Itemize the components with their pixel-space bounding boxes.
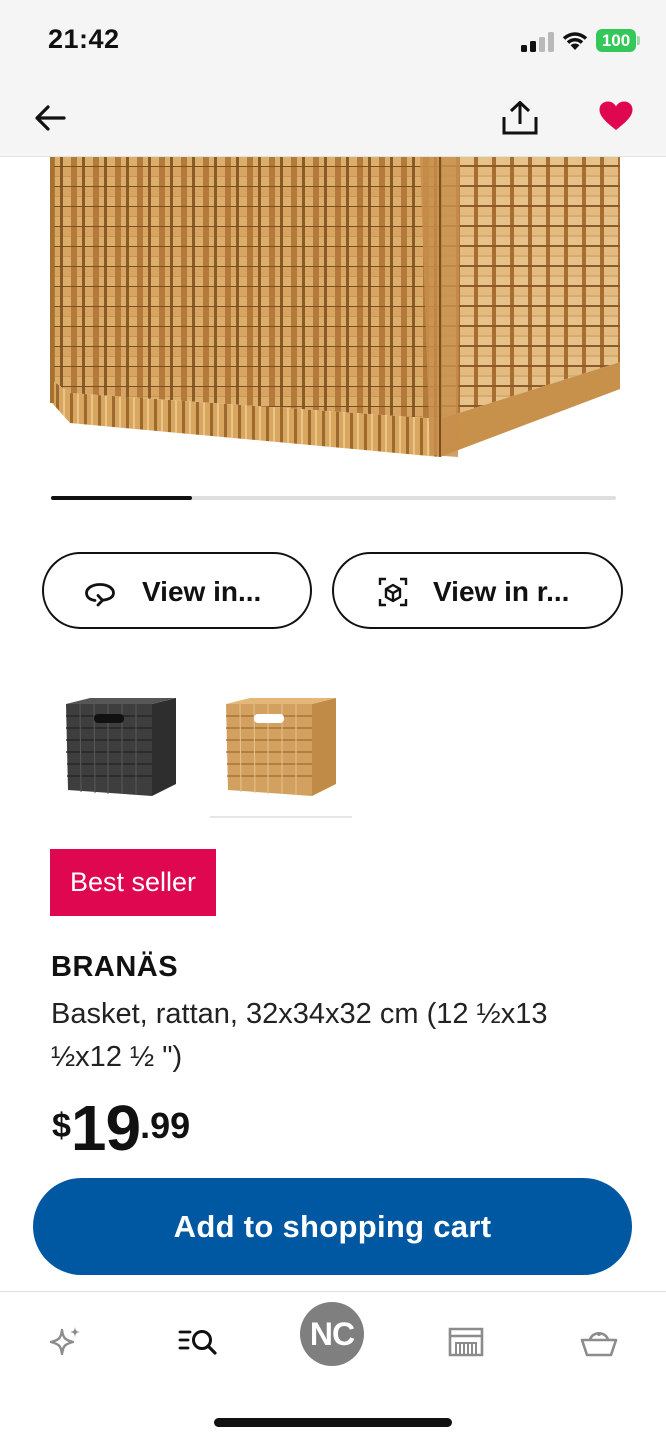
- nav-stores[interactable]: [436, 1312, 496, 1372]
- share-icon: [502, 101, 538, 135]
- image-carousel-indicator: [51, 496, 616, 500]
- battery-icon: 100: [596, 29, 640, 52]
- carousel-progress: [51, 496, 193, 500]
- heart-icon: [599, 101, 633, 130]
- view-in-room-label: View in r...: [433, 576, 570, 607]
- rotate-360-icon: [85, 583, 115, 607]
- status-time: 21:42: [48, 24, 120, 54]
- battery-level: 100: [596, 29, 636, 52]
- profile-avatar[interactable]: NC: [300, 1302, 364, 1366]
- nav-inspiration[interactable]: [36, 1312, 96, 1372]
- status-bar: 21:42 100: [0, 0, 666, 80]
- product-image[interactable]: [0, 157, 666, 487]
- wifi-icon: [562, 32, 588, 50]
- variant-thumbnail-natural-rattan[interactable]: [210, 686, 352, 818]
- price-integer: 19: [70, 1092, 141, 1164]
- view-in-room-button[interactable]: View in r...: [332, 552, 623, 629]
- price-currency: $: [52, 1107, 71, 1145]
- basket-icon: [580, 1331, 618, 1357]
- favorite-button[interactable]: [594, 94, 638, 138]
- product-price: $ 19 .99: [52, 1093, 190, 1163]
- best-seller-badge: Best seller: [50, 849, 216, 916]
- product-name: BRANÄS: [51, 951, 179, 983]
- back-button[interactable]: [28, 96, 72, 140]
- ar-cube-icon: [378, 577, 408, 607]
- top-app-bar: [0, 80, 666, 157]
- nav-search[interactable]: [168, 1312, 228, 1372]
- store-icon: [448, 1327, 484, 1357]
- bottom-navigation: NC: [0, 1291, 666, 1440]
- back-arrow-icon: [35, 105, 66, 131]
- signal-icon: [521, 32, 554, 52]
- nav-cart[interactable]: [569, 1312, 629, 1372]
- price-decimal: .99: [140, 1105, 191, 1146]
- add-to-cart-button[interactable]: Add to shopping cart: [33, 1178, 632, 1275]
- view-in-360-button[interactable]: View in...: [42, 552, 312, 629]
- variant-thumbnail-dark-grey[interactable]: [50, 686, 192, 818]
- sparkle-icon: [49, 1327, 80, 1356]
- product-description: Basket, rattan, 32x34x32 cm (12 ½x13 ½x1…: [51, 998, 548, 1073]
- home-indicator: [214, 1418, 452, 1427]
- search-list-icon: [178, 1330, 217, 1355]
- share-button[interactable]: [496, 94, 544, 142]
- view-in-360-label: View in...: [142, 576, 262, 607]
